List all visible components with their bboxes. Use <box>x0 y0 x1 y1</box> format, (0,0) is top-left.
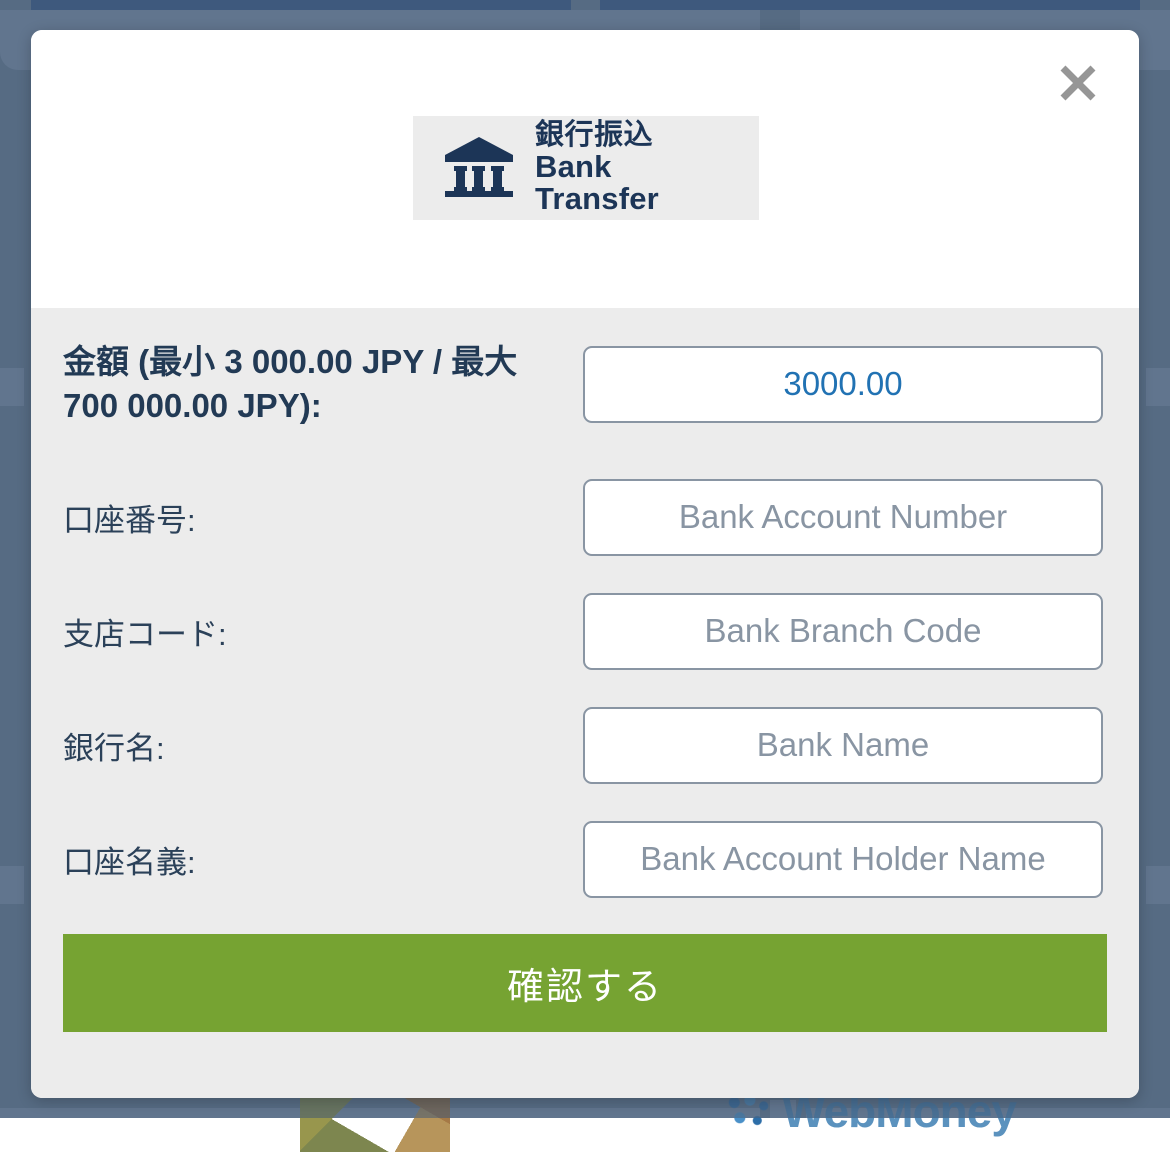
modal-header: 銀行振込 Bank Transfer <box>31 30 1139 308</box>
form-row-bank-branch-code: 支店コード: <box>63 574 1107 688</box>
bank-account-holder-name-label: 口座名義: <box>63 837 583 882</box>
form-row-amount: 金額 (最小 3 000.00 JPY / 最大 700 000.00 JPY)… <box>63 308 1107 460</box>
close-icon[interactable] <box>1050 55 1106 111</box>
payment-method-labels: 銀行振込 Bank Transfer <box>535 120 729 216</box>
bank-account-number-input[interactable] <box>583 479 1103 556</box>
form-row-bank-name: 銀行名: <box>63 688 1107 802</box>
confirm-button[interactable]: 確認する <box>63 934 1107 1032</box>
bank-branch-code-label: 支店コード: <box>63 609 583 654</box>
bank-name-label: 銀行名: <box>63 723 583 768</box>
payment-method-name-jp: 銀行振込 <box>535 120 729 151</box>
payment-method-name-en: Bank Transfer <box>535 151 729 217</box>
form-row-bank-account-number: 口座番号: <box>63 460 1107 574</box>
bank-transfer-modal: 銀行振込 Bank Transfer 金額 (最小 3 000.00 JPY /… <box>31 30 1139 1098</box>
bank-account-number-label: 口座番号: <box>63 495 583 540</box>
bank-branch-code-input[interactable] <box>583 593 1103 670</box>
amount-label: 金額 (最小 3 000.00 JPY / 最大 700 000.00 JPY)… <box>63 340 583 427</box>
form-row-bank-account-holder-name: 口座名義: <box>63 802 1107 916</box>
amount-input[interactable] <box>583 346 1103 423</box>
modal-body: 金額 (最小 3 000.00 JPY / 最大 700 000.00 JPY)… <box>31 308 1139 1098</box>
bank-name-input[interactable] <box>583 707 1103 784</box>
payment-method-brand: 銀行振込 Bank Transfer <box>413 116 759 220</box>
bank-building-icon <box>443 135 515 202</box>
bank-account-holder-name-input[interactable] <box>583 821 1103 898</box>
